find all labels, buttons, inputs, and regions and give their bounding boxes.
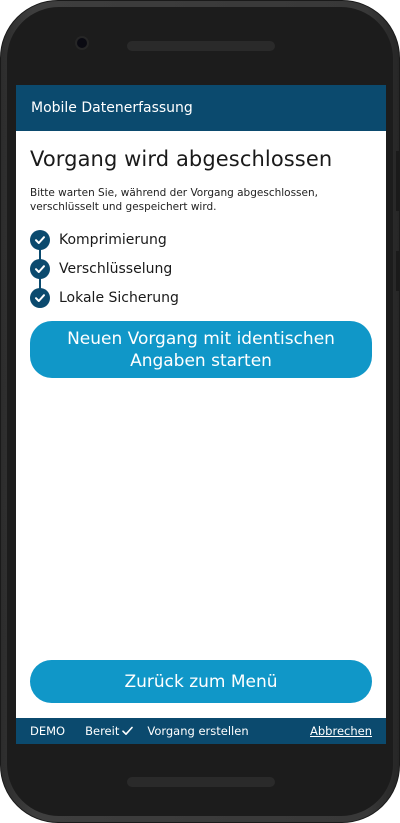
app-screen: Mobile Datenerfassung Vorgang wird abges… — [16, 85, 386, 744]
check-icon — [122, 726, 134, 735]
current-action: Vorgang erstellen — [147, 724, 249, 738]
step-label: Lokale Sicherung — [59, 289, 179, 306]
step-encryption: Verschlüsselung — [30, 254, 372, 283]
step-compression: Komprimierung — [30, 225, 372, 254]
back-to-menu-button[interactable]: Zurück zum Menü — [30, 660, 372, 703]
mode-badge: DEMO — [30, 724, 66, 738]
new-identical-process-button[interactable]: Neuen Vorgang mit identischen Angaben st… — [30, 321, 372, 378]
check-icon — [30, 258, 50, 279]
bottom-speaker — [127, 777, 275, 787]
cancel-link[interactable]: Abbrechen — [310, 724, 372, 738]
progress-steps: Komprimierung Verschlüsselung Lokale Sic… — [30, 225, 372, 312]
step-label: Komprimierung — [59, 231, 167, 248]
status-bar: DEMO Bereit Vorgang erstellen Abbrechen — [16, 718, 386, 744]
power-button — [396, 251, 399, 291]
ready-status: Bereit — [85, 724, 134, 738]
intro-text: Bitte warten Sie, während der Vorgang ab… — [30, 187, 318, 213]
app-title: Mobile Datenerfassung — [31, 100, 193, 116]
camera-icon — [77, 38, 87, 48]
volume-button — [396, 151, 399, 211]
step-local-backup: Lokale Sicherung — [30, 283, 372, 312]
check-icon — [30, 287, 50, 308]
earpiece-speaker — [127, 41, 275, 51]
ready-label: Bereit — [85, 724, 120, 738]
app-header: Mobile Datenerfassung — [16, 85, 386, 131]
check-icon — [30, 229, 50, 250]
page-title: Vorgang wird abgeschlossen — [30, 147, 333, 171]
phone-frame: Mobile Datenerfassung Vorgang wird abges… — [0, 0, 400, 823]
main-content: Vorgang wird abgeschlossen Bitte warten … — [16, 147, 386, 312]
step-label: Verschlüsselung — [59, 260, 173, 277]
